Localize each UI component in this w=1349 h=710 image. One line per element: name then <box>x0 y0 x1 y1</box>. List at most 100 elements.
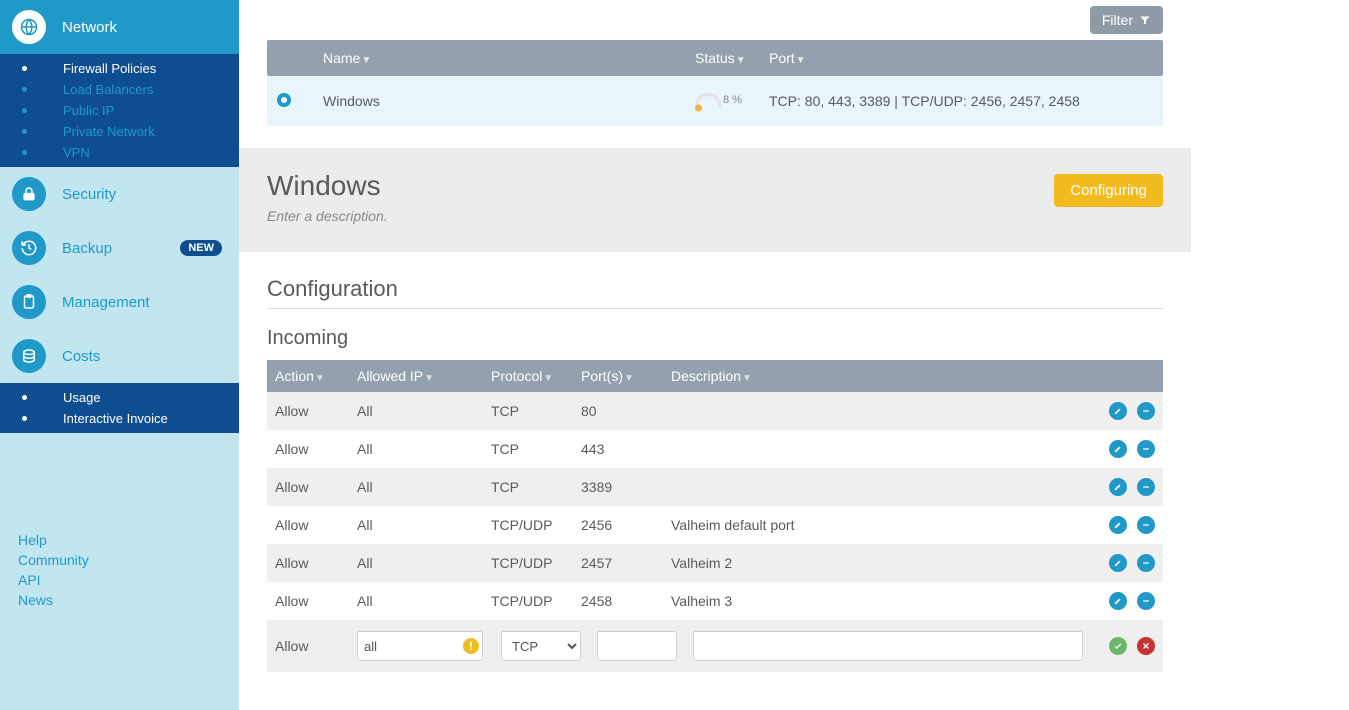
dot-icon <box>22 416 27 421</box>
rule-ip: All <box>349 479 483 495</box>
sidebar-section-costs[interactable]: Costs <box>0 329 239 383</box>
edit-icon[interactable] <box>1109 592 1127 610</box>
edit-icon[interactable] <box>1109 402 1127 420</box>
rule-proto: TCP <box>483 403 573 419</box>
rule-desc: Valheim 3 <box>663 593 1091 609</box>
sidebar-sub-costs: Usage Interactive Invoice <box>0 383 239 433</box>
radio-selected-icon[interactable] <box>277 93 291 107</box>
sidebar-section-backup[interactable]: Backup NEW <box>0 221 239 275</box>
gauge-value: 8 % <box>723 94 742 106</box>
globe-icon <box>12 10 46 44</box>
col-header-name[interactable]: Name▼ <box>313 50 685 66</box>
new-rule-desc-input[interactable] <box>693 631 1083 661</box>
sidebar-section-network[interactable]: Network <box>0 0 239 54</box>
col-header-allowed-ip[interactable]: Allowed IP▼ <box>349 368 483 384</box>
link-api[interactable]: API <box>18 570 89 590</box>
edit-icon[interactable] <box>1109 516 1127 534</box>
policy-ports: TCP: 80, 443, 3389 | TCP/UDP: 2456, 2457… <box>759 93 1163 109</box>
dot-icon <box>22 395 27 400</box>
lock-icon <box>12 177 46 211</box>
rule-action: Allow <box>267 479 349 495</box>
link-community[interactable]: Community <box>18 550 89 570</box>
dot-icon <box>22 108 27 113</box>
sidebar-sub-network: Firewall Policies Load Balancers Public … <box>0 54 239 167</box>
rule-port: 80 <box>573 403 663 419</box>
rule-action: Allow <box>267 555 349 571</box>
dot-icon <box>22 150 27 155</box>
sidebar: Network Firewall Policies Load Balancers… <box>0 0 239 710</box>
rule-row: AllowAllTCP/UDP2458Valheim 3 <box>267 582 1163 620</box>
new-rule-row: Allow ! TCP <box>267 620 1163 672</box>
col-header-protocol[interactable]: Protocol▼ <box>483 368 573 384</box>
edit-icon[interactable] <box>1109 478 1127 496</box>
rule-port: 2457 <box>573 555 663 571</box>
dot-icon <box>22 66 27 71</box>
rule-ip: All <box>349 403 483 419</box>
rule-desc: Valheim default port <box>663 517 1091 533</box>
sidebar-section-management[interactable]: Management <box>0 275 239 329</box>
rule-action: Allow <box>267 593 349 609</box>
rule-proto: TCP/UDP <box>483 517 573 533</box>
remove-icon[interactable] <box>1137 478 1155 496</box>
warning-icon: ! <box>463 638 479 654</box>
status-configuring: Configuring <box>1054 174 1163 207</box>
remove-icon[interactable] <box>1137 592 1155 610</box>
rule-ip: All <box>349 593 483 609</box>
cancel-icon[interactable] <box>1137 637 1155 655</box>
dot-icon <box>22 129 27 134</box>
rule-port: 443 <box>573 441 663 457</box>
filter-label: Filter <box>1102 12 1133 28</box>
history-icon <box>12 231 46 265</box>
new-rule-action: Allow <box>267 638 349 654</box>
rule-port: 3389 <box>573 479 663 495</box>
remove-icon[interactable] <box>1137 402 1155 420</box>
filter-icon <box>1139 14 1151 26</box>
link-help[interactable]: Help <box>18 530 89 550</box>
new-rule-protocol-select[interactable]: TCP <box>501 631 581 661</box>
rule-port: 2458 <box>573 593 663 609</box>
sidebar-item-private-network[interactable]: Private Network <box>0 121 239 142</box>
edit-icon[interactable] <box>1109 554 1127 572</box>
sidebar-section-security[interactable]: Security <box>0 167 239 221</box>
policy-description[interactable]: Enter a description. <box>267 208 388 224</box>
rule-desc: Valheim 2 <box>663 555 1091 571</box>
link-news[interactable]: News <box>18 590 89 610</box>
new-rule-port-input[interactable] <box>597 631 677 661</box>
rule-proto: TCP <box>483 479 573 495</box>
policy-row[interactable]: Windows 8 % TCP: 80, 443, 3389 | TCP/UDP… <box>267 76 1163 126</box>
rule-row: AllowAllTCP3389 <box>267 468 1163 506</box>
col-header-port[interactable]: Port▼ <box>759 50 1163 66</box>
col-header-action[interactable]: Action▼ <box>267 368 349 384</box>
sidebar-item-firewall-policies[interactable]: Firewall Policies <box>0 58 239 79</box>
policy-name: Windows <box>313 93 685 109</box>
rule-row: AllowAllTCP80 <box>267 392 1163 430</box>
sidebar-item-load-balancers[interactable]: Load Balancers <box>0 79 239 100</box>
rule-row: AllowAllTCP/UDP2457Valheim 2 <box>267 544 1163 582</box>
filter-row: Filter <box>267 6 1163 34</box>
new-badge: NEW <box>180 240 222 256</box>
col-header-status[interactable]: Status▼ <box>685 50 759 66</box>
rule-action: Allow <box>267 517 349 533</box>
sidebar-item-public-ip[interactable]: Public IP <box>0 100 239 121</box>
remove-icon[interactable] <box>1137 440 1155 458</box>
main-content: Filter Name▼ Status▼ Port▼ Windows 8 % T… <box>239 0 1191 710</box>
edit-icon[interactable] <box>1109 440 1127 458</box>
sidebar-item-vpn[interactable]: VPN <box>0 142 239 163</box>
rule-port: 2456 <box>573 517 663 533</box>
sidebar-label: Network <box>62 19 117 36</box>
sidebar-label: Costs <box>62 348 100 365</box>
confirm-icon[interactable] <box>1109 637 1127 655</box>
sidebar-item-interactive-invoice[interactable]: Interactive Invoice <box>0 408 239 429</box>
filter-button[interactable]: Filter <box>1090 6 1163 34</box>
rule-ip: All <box>349 441 483 457</box>
remove-icon[interactable] <box>1137 516 1155 534</box>
policies-table-header: Name▼ Status▼ Port▼ <box>267 40 1163 76</box>
rule-action: Allow <box>267 441 349 457</box>
col-header-ports[interactable]: Port(s)▼ <box>573 368 663 384</box>
remove-icon[interactable] <box>1137 554 1155 572</box>
sidebar-label: Management <box>62 294 150 311</box>
clipboard-icon <box>12 285 46 319</box>
col-header-description[interactable]: Description▼ <box>663 368 1091 384</box>
sidebar-item-usage[interactable]: Usage <box>0 387 239 408</box>
policy-detail-band: Windows Enter a description. Configuring <box>239 148 1191 252</box>
